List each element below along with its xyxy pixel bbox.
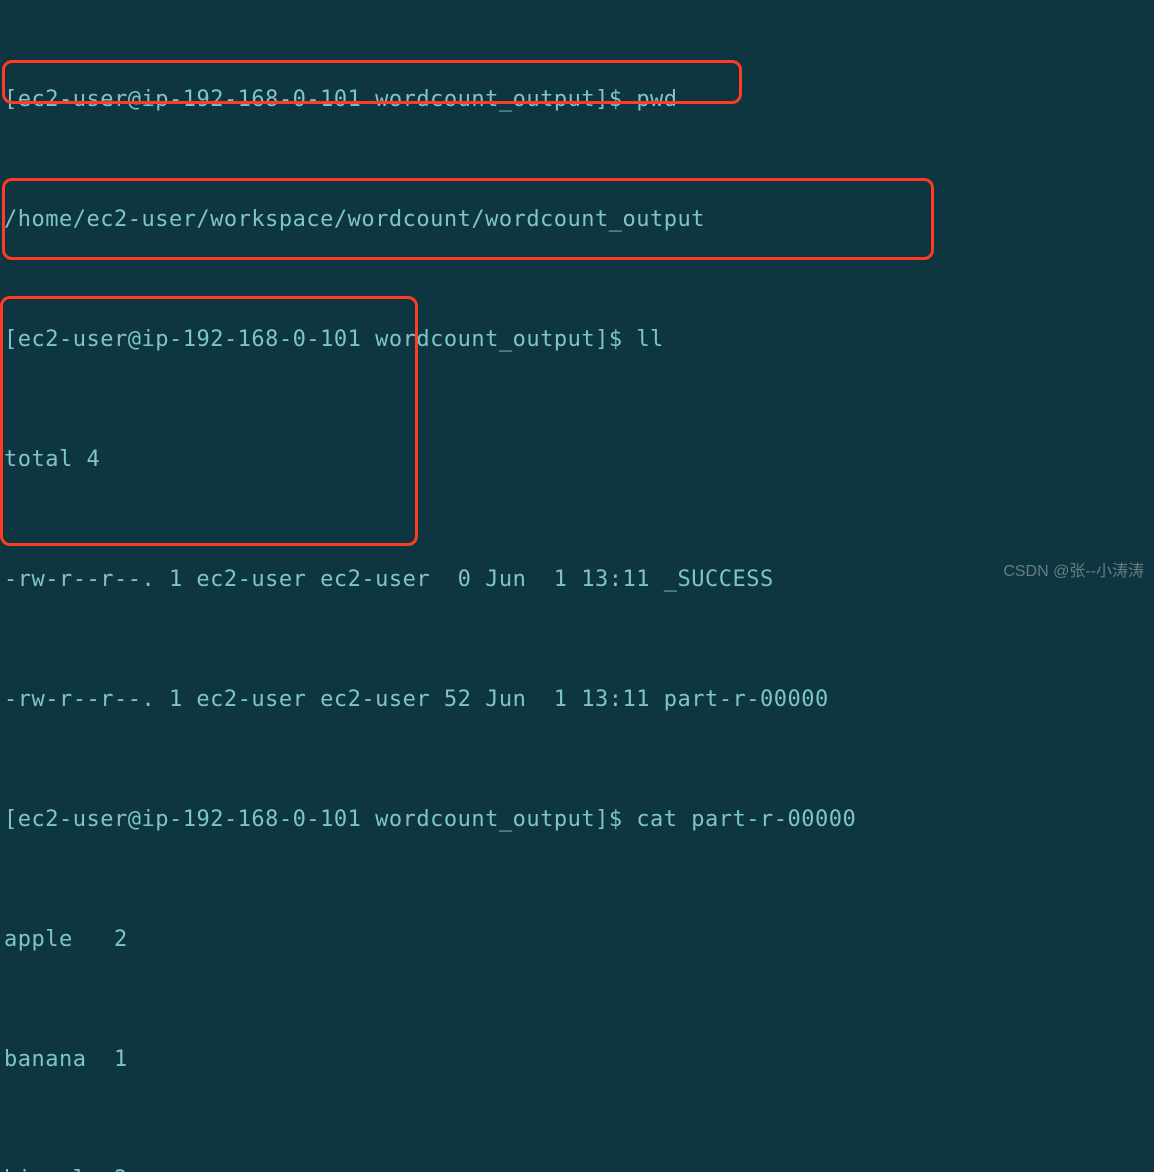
ps1-cwd: wordcount_output — [375, 87, 595, 112]
terminal[interactable]: [ec2-user@ip-192-168-0-101 wordcount_out… — [0, 0, 1154, 1172]
output-pwd: /home/ec2-user/workspace/wordcount/wordc… — [4, 200, 1150, 240]
command-cat: cat part-r-00000 — [636, 807, 856, 832]
command-ll: ll — [636, 327, 664, 352]
terminal-line: [ec2-user@ip-192-168-0-101 wordcount_out… — [4, 800, 1150, 840]
command-pwd: pwd — [636, 87, 677, 112]
watermark: CSDN @张--小涛涛 — [1003, 564, 1144, 580]
output-total: total 4 — [4, 440, 1150, 480]
ps1-user: ec2-user — [18, 87, 128, 112]
output-cat-row: apple 2 — [4, 920, 1150, 960]
output-ll-row: -rw-r--r--. 1 ec2-user ec2-user 0 Jun 1 … — [4, 560, 1150, 600]
terminal-line: [ec2-user@ip-192-168-0-101 wordcount_out… — [4, 80, 1150, 120]
output-cat-row: banana 1 — [4, 1040, 1150, 1080]
ps1-host: ip-192-168-0-101 — [141, 87, 361, 112]
output-ll-row: -rw-r--r--. 1 ec2-user ec2-user 52 Jun 1… — [4, 680, 1150, 720]
terminal-line: [ec2-user@ip-192-168-0-101 wordcount_out… — [4, 320, 1150, 360]
output-cat-row: bicycle 3 — [4, 1160, 1150, 1172]
